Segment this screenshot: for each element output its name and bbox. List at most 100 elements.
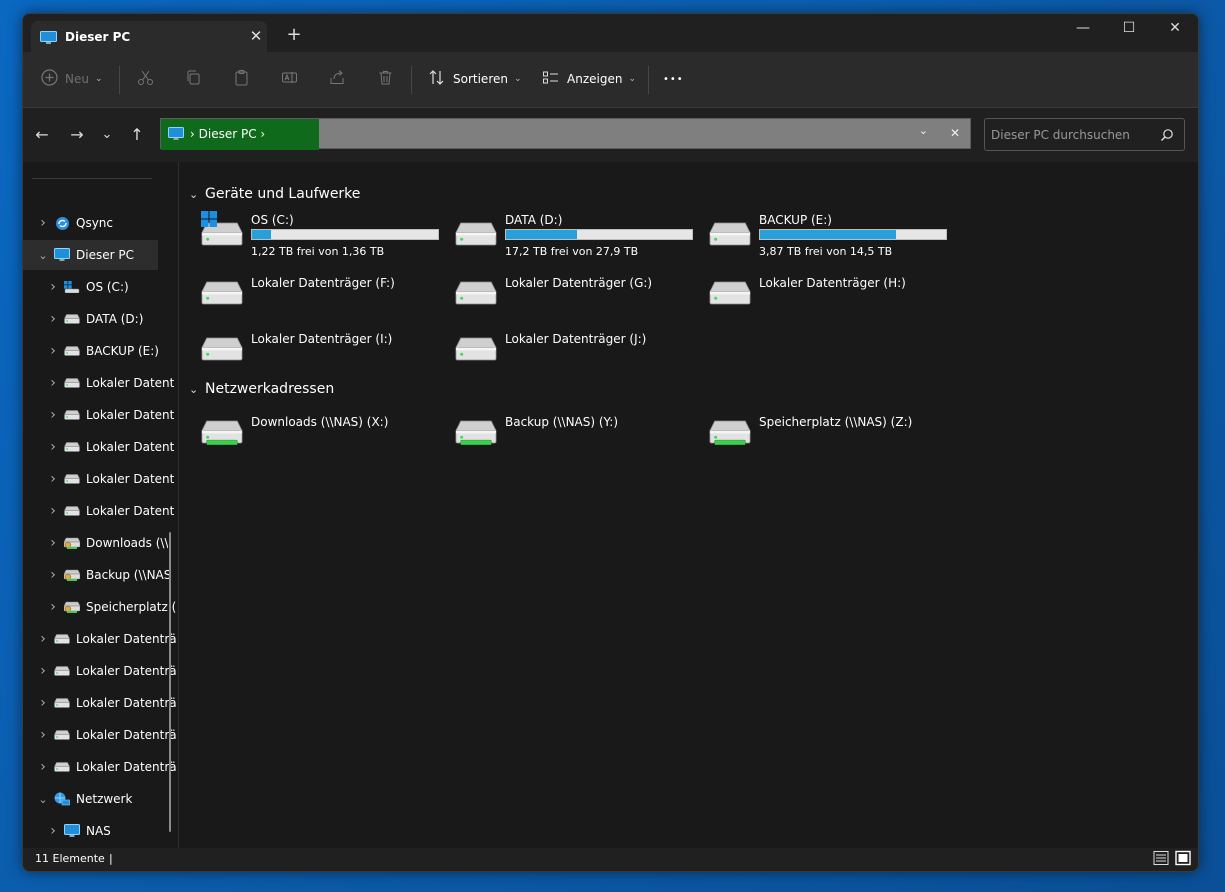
back-button[interactable]: ← (31, 126, 53, 144)
forward-button[interactable]: → (66, 126, 88, 144)
sidebar-item[interactable]: › Lokaler Datent (42, 496, 174, 526)
chevron-right-icon[interactable]: › (42, 343, 64, 359)
close-tab-icon[interactable]: ✕ (245, 25, 267, 47)
chevron-right-icon[interactable]: › (42, 535, 64, 551)
chevron-down-icon[interactable]: ⌄ (32, 249, 54, 262)
drive-tile[interactable]: Lokaler Datenträger (J:) (455, 332, 705, 388)
group-header-network[interactable]: ⌄ Netzwerkadressen (189, 381, 334, 397)
chevron-right-icon[interactable]: › (42, 279, 64, 295)
chevron-right-icon[interactable]: › (42, 407, 64, 423)
up-button[interactable]: ↑ (126, 126, 148, 144)
details-view-icon[interactable] (1153, 850, 1169, 866)
search-icon (1160, 127, 1174, 146)
hard-drive-icon (709, 221, 751, 251)
hard-drive-icon (709, 280, 751, 310)
chevron-down-icon: ⌄ (94, 74, 103, 84)
share-button[interactable] (329, 64, 346, 94)
drive-usage-fill (760, 230, 896, 239)
sidebar-item[interactable]: › OS (C:) (42, 272, 128, 302)
chevron-right-icon[interactable]: › (32, 727, 54, 743)
windows-logo-icon (201, 211, 217, 231)
sidebar-item[interactable]: › Downloads (\\ (42, 528, 168, 558)
sidebar-item[interactable]: › Lokaler Datenträ (32, 624, 177, 654)
address-bar[interactable]: › Dieser PC › ⌄ ✕ (160, 118, 971, 150)
cut-button[interactable] (137, 64, 154, 94)
chevron-right-icon[interactable]: › (42, 599, 64, 615)
copy-button[interactable] (185, 64, 202, 94)
more-options-button[interactable]: ••• (663, 64, 684, 94)
sidebar-item[interactable]: › NAS (42, 816, 111, 846)
minimize-button[interactable]: — (1060, 14, 1106, 44)
drive-tile[interactable]: DATA (D:) 17,2 TB frei von 27,9 TB (455, 213, 705, 269)
drive-tile[interactable]: Lokaler Datenträger (I:) (201, 332, 451, 388)
cut-icon (137, 69, 154, 89)
drive-usage-fill (252, 230, 271, 239)
sidebar-item[interactable]: › Lokaler Datent (42, 464, 174, 494)
sidebar-item-label: Netzwerk (76, 792, 133, 806)
chevron-right-icon[interactable]: › (32, 631, 54, 647)
new-tab-button[interactable]: + (283, 24, 305, 46)
chevron-right-icon[interactable]: › (42, 439, 64, 455)
sidebar-item[interactable]: ⌄ Netzwerk (32, 784, 132, 814)
drive-tile[interactable]: BACKUP (E:) 3,87 TB frei von 14,5 TB (709, 213, 959, 269)
chevron-right-icon[interactable]: › (42, 567, 64, 583)
sidebar-item[interactable]: › Lokaler Datenträ (32, 752, 176, 782)
chevron-right-icon[interactable]: › (42, 471, 64, 487)
search-box[interactable]: Dieser PC durchsuchen (984, 118, 1185, 151)
view-button[interactable]: Anzeigen ⌄ (542, 64, 636, 94)
drive-icon (54, 728, 70, 742)
tiles-view-icon[interactable] (1175, 850, 1191, 866)
sidebar-item[interactable]: › Lokaler Datenträ (32, 720, 176, 750)
drive-name: Backup (\\NAS) (Y:) (505, 415, 619, 429)
navigation-pane: › Qsync ⌄ Dieser PC › OS (C:) › DATA (D:) › BACKU… (23, 162, 178, 848)
group-header-devices[interactable]: ⌄ Geräte und Laufwerke (189, 186, 360, 202)
chevron-right-icon[interactable]: › (42, 311, 64, 327)
chevron-right-icon[interactable]: › (32, 663, 54, 679)
recent-locations-button[interactable]: ⌄ (96, 126, 118, 144)
close-window-button[interactable]: ✕ (1152, 14, 1198, 44)
drive-name: Speicherplatz (\\NAS) (Z:) (759, 415, 913, 429)
sidebar-item[interactable]: › Backup (\\NAS (42, 560, 171, 590)
network-drive-tile[interactable]: Downloads (\\NAS) (X:) (201, 415, 451, 471)
drive-tile[interactable]: OS (C:) 1,22 TB frei von 1,36 TB (201, 211, 451, 269)
sidebar-item[interactable]: › BACKUP (E:) (42, 336, 159, 366)
breadcrumb[interactable]: › Dieser PC › (161, 119, 319, 150)
sidebar-item[interactable]: › Lokaler Datent (42, 400, 174, 430)
sidebar-item[interactable]: ⌄ Dieser PC (23, 240, 158, 270)
chevron-right-icon[interactable]: › (42, 823, 64, 839)
chevron-right-icon[interactable]: › (32, 215, 54, 231)
chevron-right-icon[interactable]: › (42, 503, 64, 519)
sidebar-item[interactable]: › Lokaler Datenträ (32, 688, 176, 718)
sidebar-item-label: BACKUP (E:) (86, 344, 159, 358)
chevron-down-icon[interactable]: ⌄ (919, 124, 928, 137)
new-button-label: Neu (65, 72, 89, 86)
network-drive-tile[interactable]: Speicherplatz (\\NAS) (Z:) (709, 415, 959, 471)
drive-tile[interactable]: Lokaler Datenträger (H:) (709, 276, 959, 332)
tab-dieser-pc[interactable]: Dieser PC ✕ (31, 21, 267, 53)
paste-button[interactable] (233, 64, 250, 94)
sidebar-item-label: NAS (86, 824, 111, 838)
status-bar: 11 Elemente | (23, 848, 1198, 871)
close-icon[interactable]: ✕ (950, 126, 960, 140)
chevron-right-icon[interactable]: › (32, 759, 54, 775)
drive-tile[interactable]: Lokaler Datenträger (G:) (455, 276, 705, 332)
sort-button[interactable]: Sortieren ⌄ (428, 64, 522, 94)
chevron-right-icon[interactable]: › (32, 695, 54, 711)
sidebar-item[interactable]: › Speicherplatz ( (42, 592, 176, 622)
chevron-right-icon[interactable]: › (42, 375, 64, 391)
sidebar-item[interactable]: › Qsync (32, 208, 113, 238)
delete-button[interactable] (377, 64, 394, 94)
chevron-down-icon[interactable]: ⌄ (32, 793, 54, 806)
drive-icon (64, 440, 80, 454)
sidebar-item[interactable]: › DATA (D:) (42, 304, 143, 334)
sidebar-item[interactable]: › Lokaler Datenträ (32, 656, 176, 686)
drive-tile[interactable]: Lokaler Datenträger (F:) (201, 276, 451, 332)
maximize-button[interactable]: ☐ (1106, 14, 1152, 44)
sidebar-item[interactable]: › Lokaler Datent (42, 432, 174, 462)
scrollbar[interactable] (169, 532, 171, 832)
rename-button[interactable] (281, 64, 298, 94)
new-button[interactable]: Neu ⌄ (41, 64, 103, 94)
network-drive-tile[interactable]: Backup (\\NAS) (Y:) (455, 415, 705, 471)
sidebar-item[interactable]: › Lokaler Datent (42, 368, 174, 398)
sidebar-item-label: Lokaler Datenträ (76, 632, 177, 646)
